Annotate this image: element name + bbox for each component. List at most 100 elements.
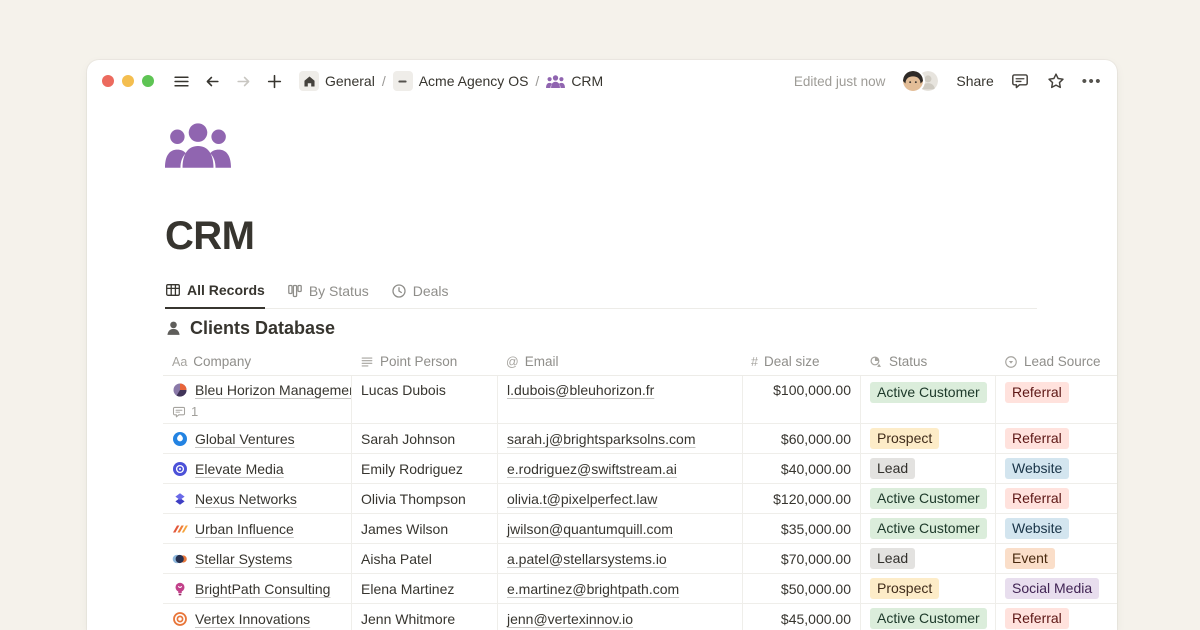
point-person-cell[interactable]: Olivia Thompson bbox=[351, 484, 497, 513]
comment-count[interactable]: 1 bbox=[172, 404, 351, 419]
table-row[interactable]: Urban Influence James Wilson jwilson@qua… bbox=[163, 514, 1117, 544]
company-page-link[interactable]: Global Ventures bbox=[195, 431, 295, 447]
people-icon bbox=[546, 75, 565, 88]
database-title: Clients Database bbox=[190, 318, 335, 339]
status-pill[interactable]: Lead bbox=[870, 458, 915, 479]
lead-source-pill[interactable]: Referral bbox=[1005, 488, 1069, 509]
sidebar-menu-icon[interactable] bbox=[171, 71, 191, 91]
deal-size-cell[interactable]: $100,000.00 bbox=[742, 376, 860, 423]
deal-size-cell[interactable]: $60,000.00 bbox=[742, 424, 860, 453]
column-header-point-person[interactable]: Point Person bbox=[351, 348, 497, 375]
breadcrumb-acme-agency-os[interactable]: Acme Agency OS bbox=[393, 71, 529, 91]
home-icon bbox=[299, 71, 319, 91]
status-pill[interactable]: Active Customer bbox=[870, 382, 987, 403]
lead-source-pill[interactable]: Website bbox=[1005, 458, 1069, 479]
collaborator-avatars[interactable] bbox=[901, 69, 940, 93]
email-link[interactable]: e.martinez@brightpath.com bbox=[507, 581, 679, 597]
lead-source-pill[interactable]: Referral bbox=[1005, 428, 1069, 449]
email-link[interactable]: l.dubois@bleuhorizon.fr bbox=[507, 382, 654, 398]
company-page-link[interactable]: BrightPath Consulting bbox=[195, 581, 330, 597]
column-header-status[interactable]: Status bbox=[860, 348, 995, 375]
status-pill[interactable]: Lead bbox=[870, 548, 915, 569]
status-pill[interactable]: Active Customer bbox=[870, 608, 987, 629]
table-row[interactable]: Bleu Horizon Management 1 Lucas Dubois l… bbox=[163, 376, 1117, 424]
new-page-icon[interactable] bbox=[264, 71, 284, 91]
deal-size-cell[interactable]: $50,000.00 bbox=[742, 574, 860, 603]
company-page-link[interactable]: Stellar Systems bbox=[195, 551, 292, 567]
company-page-link[interactable]: Vertex Innovations bbox=[195, 611, 310, 627]
database-heading: Clients Database bbox=[165, 318, 335, 339]
comments-icon[interactable] bbox=[1010, 71, 1030, 91]
stripes-logo bbox=[172, 521, 188, 537]
point-person-cell[interactable]: Emily Rodriguez bbox=[351, 454, 497, 483]
deal-size-cell[interactable]: $70,000.00 bbox=[742, 544, 860, 573]
point-person-cell[interactable]: Jenn Whitmore bbox=[351, 604, 497, 630]
status-pill[interactable]: Prospect bbox=[870, 578, 939, 599]
minimize-window-button[interactable] bbox=[122, 75, 134, 87]
column-header-deal-size[interactable]: # Deal size bbox=[742, 348, 860, 375]
layers-logo bbox=[172, 491, 188, 507]
company-page-link[interactable]: Bleu Horizon Management bbox=[195, 382, 351, 398]
deal-size-cell[interactable]: $40,000.00 bbox=[742, 454, 860, 483]
lead-source-pill[interactable]: Social Media bbox=[1005, 578, 1099, 599]
person-icon bbox=[165, 320, 182, 337]
email-link[interactable]: jenn@vertexinnov.io bbox=[507, 611, 633, 627]
status-icon bbox=[869, 355, 883, 369]
table-row[interactable]: Nexus Networks Olivia Thompson olivia.t@… bbox=[163, 484, 1117, 514]
page-people-icon[interactable] bbox=[165, 122, 231, 168]
point-person-cell[interactable]: James Wilson bbox=[351, 514, 497, 543]
favorite-star-icon[interactable] bbox=[1046, 71, 1066, 91]
email-icon: @ bbox=[506, 355, 519, 369]
number-icon: # bbox=[751, 355, 758, 369]
title-icon: Aa bbox=[172, 355, 187, 369]
table-row[interactable]: Global Ventures Sarah Johnson sarah.j@br… bbox=[163, 424, 1117, 454]
column-header-email[interactable]: @ Email bbox=[497, 348, 742, 375]
target-logo bbox=[172, 611, 188, 627]
email-link[interactable]: olivia.t@pixelperfect.law bbox=[507, 491, 657, 507]
table-row[interactable]: Elevate Media Emily Rodriguez e.rodrigue… bbox=[163, 454, 1117, 484]
company-page-link[interactable]: Nexus Networks bbox=[195, 491, 297, 507]
point-person-cell[interactable]: Sarah Johnson bbox=[351, 424, 497, 453]
page-title: CRM bbox=[165, 214, 254, 259]
status-pill[interactable]: Prospect bbox=[870, 428, 939, 449]
company-page-link[interactable]: Urban Influence bbox=[195, 521, 294, 537]
tab-deals[interactable]: Deals bbox=[391, 282, 449, 308]
deal-size-cell[interactable]: $45,000.00 bbox=[742, 604, 860, 630]
lead-source-pill[interactable]: Referral bbox=[1005, 382, 1069, 403]
pie-chart-logo bbox=[172, 382, 188, 398]
status-pill[interactable]: Active Customer bbox=[870, 488, 987, 509]
column-header-lead-source[interactable]: Lead Source bbox=[995, 348, 1117, 375]
table-row[interactable]: BrightPath Consulting Elena Martinez e.m… bbox=[163, 574, 1117, 604]
table-header-row: Aa Company Point Person @ Email # Deal s… bbox=[163, 348, 1117, 376]
share-button[interactable]: Share bbox=[956, 73, 993, 89]
close-window-button[interactable] bbox=[102, 75, 114, 87]
deal-size-cell[interactable]: $35,000.00 bbox=[742, 514, 860, 543]
deal-size-cell[interactable]: $120,000.00 bbox=[742, 484, 860, 513]
company-page-link[interactable]: Elevate Media bbox=[195, 461, 284, 477]
column-header-company[interactable]: Aa Company bbox=[163, 348, 351, 375]
point-person-cell[interactable]: Aisha Patel bbox=[351, 544, 497, 573]
lead-source-pill[interactable]: Website bbox=[1005, 518, 1069, 539]
breadcrumb-separator: / bbox=[382, 73, 386, 89]
point-person-cell[interactable]: Lucas Dubois bbox=[351, 376, 497, 423]
lead-source-pill[interactable]: Event bbox=[1005, 548, 1055, 569]
breadcrumb-crm[interactable]: CRM bbox=[546, 73, 603, 89]
more-options-icon[interactable]: ••• bbox=[1082, 73, 1102, 90]
tab-all-records[interactable]: All Records bbox=[165, 282, 265, 309]
breadcrumb-general[interactable]: General bbox=[299, 71, 375, 91]
lead-source-pill[interactable]: Referral bbox=[1005, 608, 1069, 629]
status-pill[interactable]: Active Customer bbox=[870, 518, 987, 539]
email-link[interactable]: jwilson@quantumquill.com bbox=[507, 521, 673, 537]
email-link[interactable]: e.rodriguez@swiftstream.ai bbox=[507, 461, 677, 477]
table-row[interactable]: Vertex Innovations Jenn Whitmore jenn@ve… bbox=[163, 604, 1117, 630]
tab-by-status[interactable]: By Status bbox=[287, 282, 369, 308]
traffic-lights bbox=[102, 75, 154, 87]
back-arrow-icon[interactable] bbox=[202, 71, 222, 91]
email-link[interactable]: a.patel@stellarsystems.io bbox=[507, 551, 667, 567]
table-row[interactable]: Stellar Systems Aisha Patel a.patel@stel… bbox=[163, 544, 1117, 574]
email-link[interactable]: sarah.j@brightsparksolns.com bbox=[507, 431, 696, 447]
text-icon bbox=[360, 355, 374, 369]
point-person-cell[interactable]: Elena Martinez bbox=[351, 574, 497, 603]
zoom-window-button[interactable] bbox=[142, 75, 154, 87]
forward-arrow-icon[interactable] bbox=[233, 71, 253, 91]
